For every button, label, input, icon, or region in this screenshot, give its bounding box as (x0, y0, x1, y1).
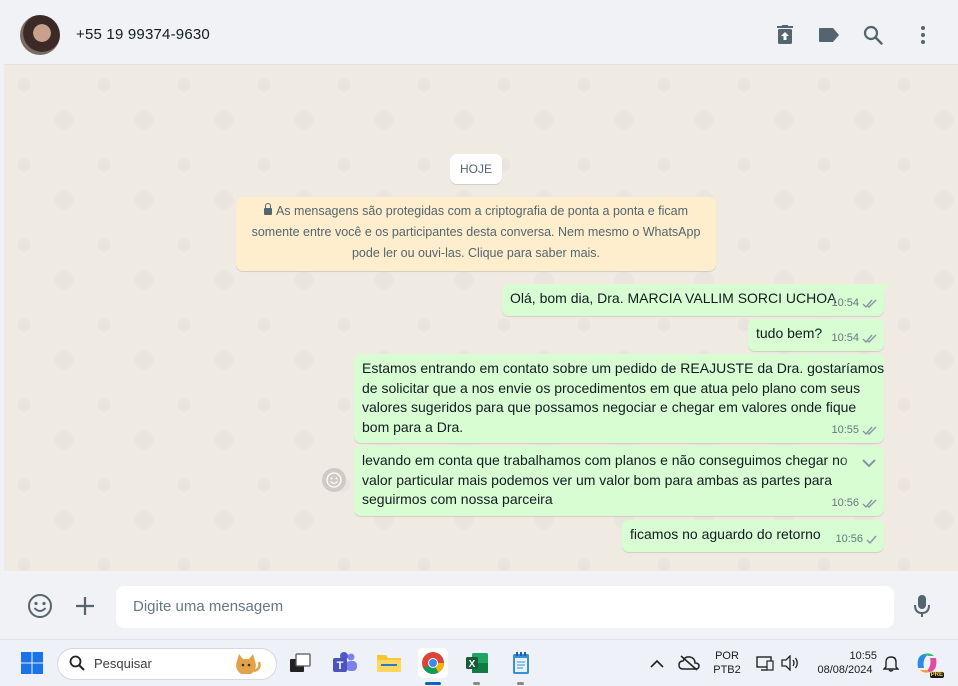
language-code: POR (715, 650, 739, 662)
cat-illustration-icon (232, 651, 262, 682)
message-input-placeholder: Digite uma mensagem (133, 598, 284, 615)
notification-bell-icon[interactable] (876, 648, 906, 678)
chat-header: +55 19 99374-9630 (4, 6, 958, 65)
windows-taskbar: Pesquisar T X POR PTB2 10:55 08/08/2024 … (0, 639, 958, 686)
message-time: 10:56 (835, 532, 863, 545)
search-label: Pesquisar (94, 656, 152, 671)
lock-icon (263, 203, 272, 215)
message-time: 10:54 (831, 296, 859, 309)
message-composer: Digite uma mensagem (4, 572, 958, 638)
encryption-line: pode ler ou ouvi-las. Clique para saber … (351, 246, 601, 260)
file-explorer-icon[interactable] (374, 648, 404, 678)
whatsapp-window: +55 19 99374-9630 HOJE As mensagens são … (0, 0, 958, 686)
message-text: tudo bem? (756, 325, 823, 341)
message-time: 10:55 (831, 423, 859, 436)
teams-icon[interactable]: T (330, 648, 360, 678)
double-check-icon (862, 334, 877, 343)
message-text: Olá, bom dia, Dra. MARCIA VALLIM SORCI U… (510, 290, 837, 306)
double-check-icon (862, 299, 877, 308)
clock-date: 08/08/2024 (817, 664, 873, 676)
message-time: 10:56 (831, 496, 859, 509)
volume-icon[interactable] (775, 648, 805, 678)
react-emoji-button[interactable] (322, 468, 346, 492)
chevron-down-icon[interactable] (862, 454, 876, 474)
microphone-icon[interactable] (908, 592, 936, 620)
double-check-icon (862, 499, 877, 508)
clock-time: 10:55 (849, 650, 877, 662)
contact-avatar[interactable] (20, 15, 60, 55)
menu-icon[interactable] (911, 23, 935, 47)
encryption-line: somente entre você e os participantes de… (251, 225, 701, 239)
copilot-icon[interactable]: PRE (912, 648, 944, 678)
chevron-up-icon[interactable] (642, 648, 672, 678)
attach-plus-icon[interactable] (71, 592, 99, 620)
outgoing-message[interactable]: levando em conta que trabalhamos com pla… (354, 446, 884, 516)
search-icon[interactable] (861, 23, 885, 47)
search-icon (69, 655, 85, 676)
single-check-icon (866, 535, 877, 544)
message-input[interactable]: Digite uma mensagem (116, 586, 894, 628)
excel-icon[interactable]: X (462, 648, 492, 678)
language-indicator[interactable]: POR PTB2 (710, 649, 744, 677)
bubble-tail (883, 284, 891, 293)
svg-text:X: X (469, 659, 476, 670)
contact-name[interactable]: +55 19 99374-9630 (76, 26, 210, 43)
message-text: ficamos no aguardo do retorno (630, 526, 821, 542)
chrome-icon[interactable] (418, 648, 448, 678)
outgoing-message[interactable]: ficamos no aguardo do retorno 10:56 (622, 520, 884, 552)
outgoing-message[interactable]: Olá, bom dia, Dra. MARCIA VALLIM SORCI U… (502, 284, 891, 316)
date-chip: HOJE (450, 154, 502, 184)
emoji-icon[interactable] (26, 592, 54, 620)
clock[interactable]: 10:55 08/08/2024 (808, 649, 882, 677)
task-view-icon[interactable] (285, 648, 315, 678)
message-list[interactable]: HOJE As mensagens são protegidas com a c… (4, 65, 958, 571)
encryption-notice[interactable]: As mensagens são protegidas com a cripto… (236, 197, 716, 271)
svg-text:T: T (337, 660, 344, 672)
taskbar-search[interactable]: Pesquisar (57, 648, 277, 680)
message-text: levando em conta que trabalhamos com pla… (362, 452, 848, 507)
double-check-icon (862, 426, 877, 435)
message-time: 10:54 (831, 331, 859, 344)
windows-start-icon[interactable] (17, 648, 47, 678)
encryption-line: As mensagens são protegidas com a cripto… (275, 204, 689, 218)
notepad-icon[interactable] (506, 648, 536, 678)
message-text: Estamos entrando em contato sobre um ped… (362, 360, 885, 435)
cloud-offline-icon[interactable] (674, 648, 704, 678)
outgoing-message[interactable]: tudo bem? 10:54 (748, 319, 884, 351)
keyboard-layout: PTB2 (713, 664, 741, 676)
label-icon[interactable] (817, 23, 841, 47)
preview-badge: PRE (929, 672, 944, 678)
outgoing-message[interactable]: Estamos entrando em contato sobre um ped… (354, 354, 884, 443)
archive-icon[interactable] (773, 23, 797, 47)
